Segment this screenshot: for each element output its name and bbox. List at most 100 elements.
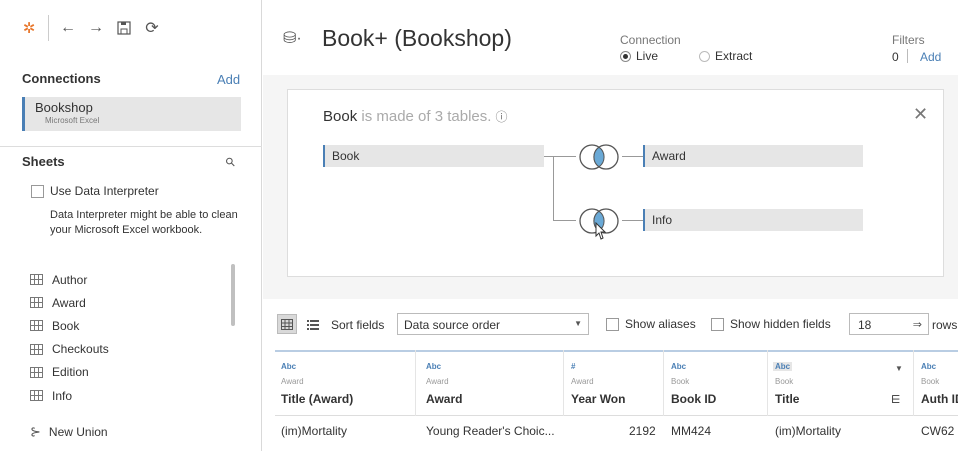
search-icon[interactable]: ⚲	[222, 154, 238, 170]
sheet-grid-icon	[30, 320, 43, 332]
sheet-item-label: Edition	[52, 365, 89, 380]
refresh-icon[interactable]: ⟳	[141, 17, 163, 39]
relationship-title: Book is made of 3 tables. ⓘ	[323, 108, 507, 125]
add-connection-link[interactable]: Add	[217, 72, 240, 87]
column-divider	[563, 350, 564, 416]
column-divider	[663, 350, 664, 416]
checkbox-box[interactable]	[711, 317, 724, 331]
close-icon[interactable]: ✕	[913, 104, 928, 125]
sheet-item-label: Author	[52, 272, 88, 287]
relationship-line	[622, 156, 643, 157]
table-info[interactable]: Info	[643, 209, 863, 231]
column-menu-icon[interactable]: ▼	[895, 364, 903, 373]
field-source: Award	[281, 377, 304, 386]
list-view-button[interactable]	[303, 314, 323, 334]
back-arrow-icon[interactable]: ←	[57, 17, 79, 39]
data-grid: Abc Award Title (Award) (im)Mortality Ab…	[275, 350, 958, 451]
connection-type: Microsoft Excel	[45, 116, 100, 125]
save-icon[interactable]	[113, 17, 135, 39]
sheet-grid-icon	[30, 390, 43, 402]
data-source-icon[interactable]: ⛁·	[283, 28, 302, 48]
show-aliases-checkbox[interactable]: Show aliases	[606, 317, 696, 331]
field-source: Award	[571, 377, 594, 386]
add-filter-link[interactable]: Add	[920, 50, 941, 64]
rows-count-input[interactable]: 18 ⇒	[849, 313, 929, 335]
sheet-item-label: Info	[52, 388, 73, 403]
field-name: Book ID	[671, 392, 717, 406]
connection-item-bookshop[interactable]: Bookshop Microsoft Excel	[22, 97, 241, 131]
rows-label: rows	[932, 318, 958, 332]
sort-fields-label: Sort fields	[331, 318, 385, 332]
column-header[interactable]: Abc Award Award Young Reader's Choic...	[420, 350, 560, 451]
relationship-line	[553, 156, 554, 221]
relationship-line	[544, 156, 576, 157]
radio-selected-icon[interactable]	[620, 50, 631, 62]
forward-arrow-icon[interactable]: →	[85, 17, 107, 39]
radio-unselected-icon[interactable]	[699, 50, 710, 62]
field-name: Year Won	[571, 392, 626, 406]
sheets-title: Sheets	[22, 154, 65, 169]
sheet-grid-icon	[30, 343, 43, 355]
data-source-title[interactable]: Book+ (Bookshop)	[322, 25, 512, 52]
logical-table-name: Book	[323, 108, 358, 125]
field-name: Auth ID	[921, 392, 958, 406]
sheet-item-author[interactable]: Author	[30, 268, 109, 291]
field-type-icon[interactable]: Abc	[426, 362, 441, 371]
field-type-icon[interactable]: Abc	[281, 362, 296, 371]
relationship-venn-icon[interactable]	[575, 143, 623, 171]
connection-name: Bookshop	[35, 100, 93, 115]
info-icon[interactable]: ⓘ	[495, 110, 507, 124]
sheet-list: Author Award Book Checkouts Edition Info	[30, 268, 109, 407]
sheet-item-edition[interactable]: Edition	[30, 361, 109, 384]
grid-view-button[interactable]	[277, 314, 297, 334]
data-source-sidebar: ✲ ← → ⟳ Connections Add Bookshop Microso…	[0, 0, 262, 451]
field-type-icon[interactable]: Abc	[773, 362, 793, 371]
sheet-item-book[interactable]: Book	[30, 314, 109, 337]
show-hidden-fields-checkbox[interactable]: Show hidden fields	[711, 317, 831, 331]
table-cell: Young Reader's Choic...	[426, 424, 555, 438]
column-header[interactable]: Abc Book Title (im)Mortality ▼ ⋿	[769, 350, 909, 451]
sort-fields-dropdown[interactable]: Data source order ▼	[397, 313, 589, 335]
sheet-item-label: Checkouts	[52, 342, 109, 357]
sheet-grid-icon	[30, 274, 43, 286]
table-book[interactable]: Book	[323, 145, 544, 167]
new-union-item[interactable]: ⊱ New Union	[30, 424, 108, 440]
new-union-label: New Union	[48, 425, 108, 439]
extract-radio[interactable]: Extract	[699, 49, 752, 63]
column-header[interactable]: Abc Book Book ID MM424	[665, 350, 765, 451]
field-name: Title	[775, 392, 800, 406]
filters-label: Filters	[892, 33, 925, 47]
toolbar-divider	[48, 15, 49, 41]
field-type-icon[interactable]: #	[571, 362, 575, 371]
sheet-item-award[interactable]: Award	[30, 291, 109, 314]
show-hidden-fields-label: Show hidden fields	[730, 317, 831, 331]
column-header[interactable]: Abc Book Auth ID CW62	[915, 350, 958, 451]
mouse-cursor-icon	[595, 222, 607, 240]
sheet-item-label: Award	[52, 295, 86, 310]
sheet-item-checkouts[interactable]: Checkouts	[30, 338, 109, 361]
data-interpreter-description: Data Interpreter might be able to clean …	[50, 209, 238, 236]
sheet-item-label: Book	[52, 318, 80, 333]
checkbox-box[interactable]	[31, 184, 44, 198]
table-award[interactable]: Award	[643, 145, 863, 167]
field-source: Book	[671, 377, 690, 386]
live-radio[interactable]: Live	[620, 49, 658, 63]
field-type-icon[interactable]: Abc	[921, 362, 936, 371]
use-data-interpreter-checkbox[interactable]: Use Data Interpreter	[31, 184, 159, 198]
relationship-line	[622, 220, 643, 221]
sheet-list-scrollbar[interactable]	[231, 264, 235, 326]
field-source: Award	[426, 377, 449, 386]
column-header[interactable]: Abc Award Title (Award) (im)Mortality	[275, 350, 415, 451]
tableau-logo-icon[interactable]: ✲	[18, 17, 40, 39]
field-source: Book	[921, 377, 940, 386]
top-toolbar: ✲ ← → ⟳	[18, 14, 169, 42]
use-data-interpreter-label: Use Data Interpreter	[50, 184, 159, 198]
checkbox-box[interactable]	[606, 317, 619, 331]
sort-icon[interactable]: ⋿	[891, 393, 901, 406]
table-cell: CW62	[921, 424, 955, 438]
apply-arrow-icon[interactable]: ⇒	[913, 318, 922, 331]
field-name: Award	[426, 392, 463, 406]
column-header[interactable]: # Award Year Won 2192	[565, 350, 661, 451]
field-type-icon[interactable]: Abc	[671, 362, 686, 371]
sheet-item-info[interactable]: Info	[30, 384, 109, 407]
